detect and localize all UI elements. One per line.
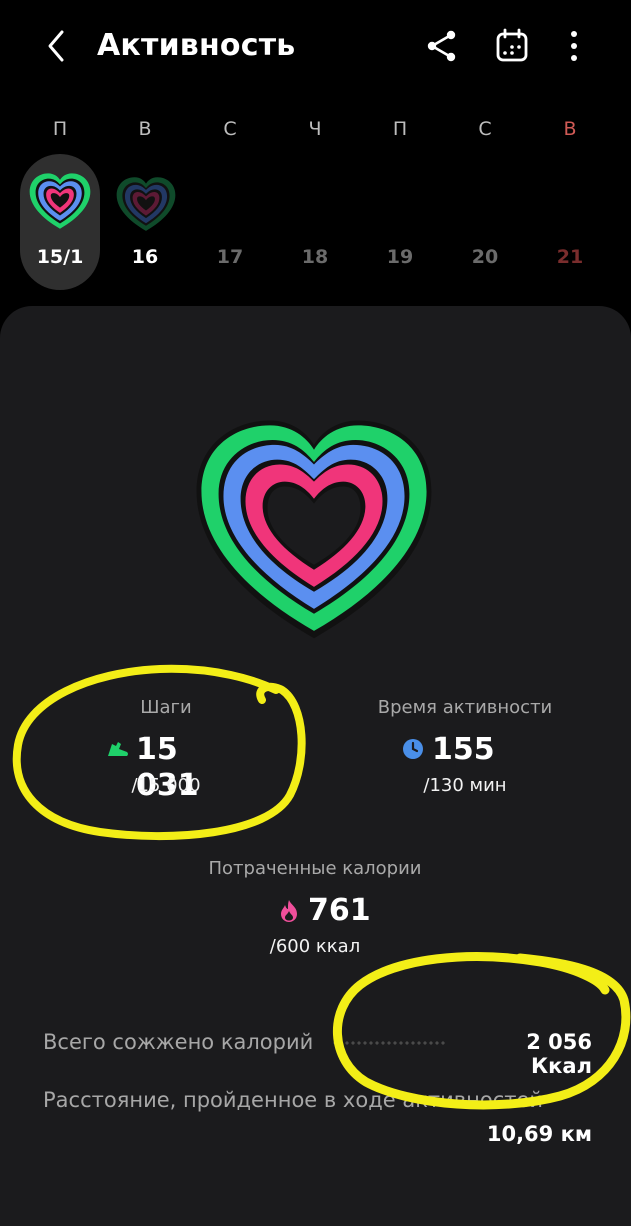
flame-icon: [281, 900, 297, 922]
distance-label: Расстояние, пройденное в ходе активносте…: [43, 1088, 544, 1112]
total-calories-label: Всего сожжено калорий: [43, 1030, 314, 1054]
calories-label: Потраченные калории: [208, 858, 422, 879]
calories-goal: /600 ккал: [269, 936, 361, 957]
date-18: 18: [301, 246, 329, 268]
weekday-tue: В: [138, 118, 152, 140]
date-15[interactable]: 15/1: [30, 246, 90, 268]
steps-label: Шаги: [140, 697, 192, 718]
date-16[interactable]: 16: [115, 246, 175, 268]
date-20: 20: [471, 246, 499, 268]
leader-dots: [332, 1040, 447, 1046]
more-options-icon[interactable]: [554, 26, 594, 66]
weekday-mon: П: [52, 118, 68, 140]
weekday-sun: В: [563, 118, 577, 140]
day-15-activity-ring-icon[interactable]: [27, 172, 93, 234]
date-19: 19: [386, 246, 414, 268]
back-icon[interactable]: [40, 26, 74, 66]
total-calories-value: 2 056 Ккал: [526, 1030, 592, 1078]
distance-value: 10,69 км: [486, 1122, 592, 1146]
active-time-value: 155: [432, 732, 495, 767]
active-time-label: Время активности: [377, 697, 553, 718]
weekday-sat: С: [478, 118, 492, 140]
calories-value: 761: [308, 893, 371, 928]
day-16-activity-ring-icon[interactable]: [113, 176, 179, 236]
activity-heart-ring-icon: [196, 420, 432, 639]
weekday-wed: С: [223, 118, 237, 140]
weekday-thu: Ч: [308, 118, 322, 140]
weekday-fri: П: [392, 118, 408, 140]
date-17: 17: [216, 246, 244, 268]
date-21: 21: [556, 246, 584, 268]
page-title: Активность: [97, 28, 296, 63]
calendar-icon[interactable]: [492, 26, 532, 66]
steps-goal: /15 000: [131, 775, 201, 796]
shoe-icon: [108, 742, 128, 756]
clock-icon: [403, 739, 423, 759]
active-time-goal: /130 мин: [423, 775, 507, 796]
share-icon[interactable]: [422, 26, 462, 66]
